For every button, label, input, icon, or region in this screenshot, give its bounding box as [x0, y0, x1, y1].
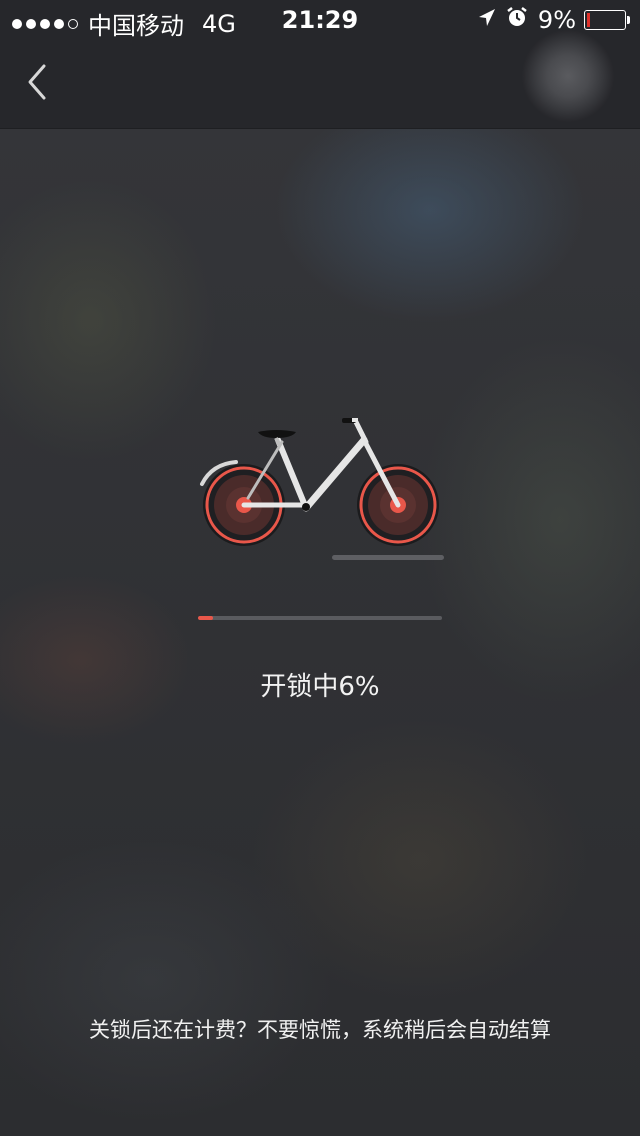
unlock-progress-bar: [198, 616, 442, 620]
unlock-status-label: 开锁中6%: [260, 672, 380, 702]
bike-illustration: [196, 412, 448, 568]
billing-tip-text: 关锁后还在计费？不要惊慌，系统稍后会自动结算: [89, 1018, 551, 1042]
status-icons: 9%: [478, 6, 630, 34]
assistive-touch-button[interactable]: [522, 30, 614, 122]
unlock-progress-fill: [198, 616, 213, 620]
alarm-clock-icon: [506, 6, 528, 34]
chevron-left-icon: [28, 64, 46, 100]
back-button[interactable]: [18, 60, 58, 108]
navigation-bar: [0, 30, 640, 129]
status-bar: 中国移动 4G 21:29 9%: [0, 0, 640, 40]
battery-icon: [584, 10, 630, 30]
location-arrow-icon: [478, 6, 496, 34]
